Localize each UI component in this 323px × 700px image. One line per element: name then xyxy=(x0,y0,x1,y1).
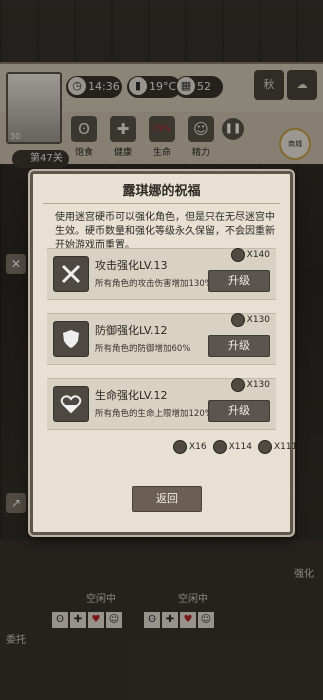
upgrade-card-attack: 攻击强化LV.13 所有角色的攻击伤害增加130% X140 升级 xyxy=(47,248,276,300)
coin-total-shield: X114 xyxy=(212,440,252,454)
blessing-dialog: 露琪娜的祝福 使用迷宫硬币可以强化角色，但是只在无尽迷宫中生效。硬币数量和强化等… xyxy=(30,171,297,535)
upgrade-card-life: 生命强化LV.12 所有角色的生命上限增加120% X130 升级 xyxy=(47,378,276,430)
upgrade-name: 防御强化LV.12 xyxy=(95,324,168,337)
coin-totals: X16 X114 X111 xyxy=(173,440,297,454)
upgrade-cost: X130 xyxy=(230,313,270,327)
dialog-description: 使用迷宫硬币可以强化角色，但是只在无尽迷宫中生效。硬币数量和强化等级永久保留，不… xyxy=(55,212,275,251)
heart-coin-icon xyxy=(230,378,245,392)
upgrade-life-button[interactable]: 升级 xyxy=(208,400,270,422)
upgrade-card-defense: 防御强化LV.12 所有角色的防御增加60% X130 升级 xyxy=(47,313,276,365)
upgrade-attack-button[interactable]: 升级 xyxy=(208,270,270,292)
upgrade-defense-button[interactable]: 升级 xyxy=(208,335,270,357)
coin-total-heart: X111 xyxy=(257,440,297,454)
upgrade-name: 生命强化LV.12 xyxy=(95,389,168,402)
title-divider xyxy=(43,203,280,204)
coin-total-sword: X16 xyxy=(173,440,207,454)
upgrade-info: 所有角色的生命上限增加120% xyxy=(95,409,213,419)
upgrade-cost: X140 xyxy=(230,248,270,262)
shield-icon xyxy=(53,321,89,357)
upgrade-info: 所有角色的攻击伤害增加130% xyxy=(95,279,213,289)
heart-icon xyxy=(53,386,89,422)
shield-coin-icon xyxy=(212,440,227,454)
sword-coin-icon xyxy=(173,440,187,454)
sword-coin-icon xyxy=(230,248,245,262)
heart-coin-icon xyxy=(257,440,272,454)
upgrade-name: 攻击强化LV.13 xyxy=(95,259,168,272)
swords-icon xyxy=(53,256,89,292)
dialog-title: 露琪娜的祝福 xyxy=(122,184,201,199)
upgrade-info: 所有角色的防御增加60% xyxy=(95,344,191,354)
back-button[interactable]: 返回 xyxy=(132,486,202,512)
upgrade-cost: X130 xyxy=(230,378,270,392)
shield-coin-icon xyxy=(230,313,245,327)
